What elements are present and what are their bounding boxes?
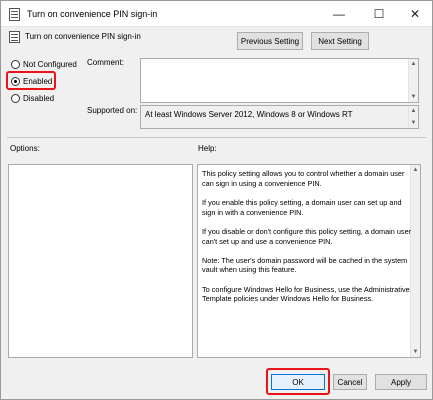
apply-button[interactable]: Apply — [375, 374, 427, 390]
scroll-down-icon[interactable]: ▼ — [409, 118, 418, 128]
radio-circle[interactable] — [11, 94, 20, 103]
scroll-up-icon[interactable]: ▲ — [409, 106, 418, 116]
maximize-button[interactable]: ☐ — [362, 1, 396, 27]
help-text: This policy setting allows you to contro… — [202, 169, 414, 314]
policy-name: Turn on convenience PIN sign-in — [25, 32, 141, 41]
section-divider — [7, 137, 426, 138]
radio-circle[interactable] — [11, 60, 20, 69]
radio-label: Disabled — [23, 94, 55, 103]
policy-setting-icon — [9, 31, 20, 43]
help-label: Help: — [198, 144, 217, 153]
next-setting-button[interactable]: Next Setting — [311, 32, 369, 50]
help-paragraph: To configure Windows Hello for Business,… — [202, 284, 410, 304]
radio-label: Not Configured — [23, 60, 77, 69]
previous-setting-button[interactable]: Previous Setting — [237, 32, 303, 50]
supported-on-value: At least Windows Server 2012, Windows 8 … — [140, 105, 419, 129]
help-paragraph: If you disable or don't configure this p… — [202, 226, 412, 246]
comment-textarea[interactable]: ▲ ▼ — [140, 58, 419, 103]
close-button[interactable]: ✕ — [398, 1, 432, 27]
cancel-button[interactable]: Cancel — [333, 374, 367, 390]
comment-scrollbar[interactable]: ▲ ▼ — [408, 59, 418, 102]
minimize-button[interactable]: — — [322, 1, 356, 27]
scroll-down-icon[interactable]: ▼ — [409, 92, 418, 102]
title-bar: Turn on convenience PIN sign-in — ☐ ✕ — [1, 1, 432, 27]
help-paragraph: Note: The user's domain password will be… — [202, 255, 408, 275]
policy-dialog: Turn on convenience PIN sign-in — ☐ ✕ Tu… — [0, 0, 433, 400]
comment-label: Comment: — [87, 58, 124, 67]
supported-on-label: Supported on: — [87, 106, 138, 115]
options-label: Options: — [10, 144, 40, 153]
scroll-down-icon[interactable]: ▼ — [411, 347, 420, 357]
help-paragraph: This policy setting allows you to contro… — [202, 169, 405, 188]
ok-highlight — [266, 368, 330, 395]
window-title: Turn on convenience PIN sign-in — [27, 9, 158, 19]
options-panel — [8, 164, 193, 358]
scroll-up-icon[interactable]: ▲ — [409, 59, 418, 69]
radio-not-configured[interactable]: Not Configured — [11, 60, 77, 69]
supported-on-text: At least Windows Server 2012, Windows 8 … — [145, 110, 353, 119]
supported-scrollbar[interactable]: ▲ ▼ — [408, 106, 418, 128]
enabled-highlight — [6, 71, 56, 90]
help-paragraph: If you enable this policy setting, a dom… — [202, 197, 402, 217]
radio-disabled[interactable]: Disabled — [11, 94, 54, 103]
policy-document-icon — [9, 8, 20, 21]
